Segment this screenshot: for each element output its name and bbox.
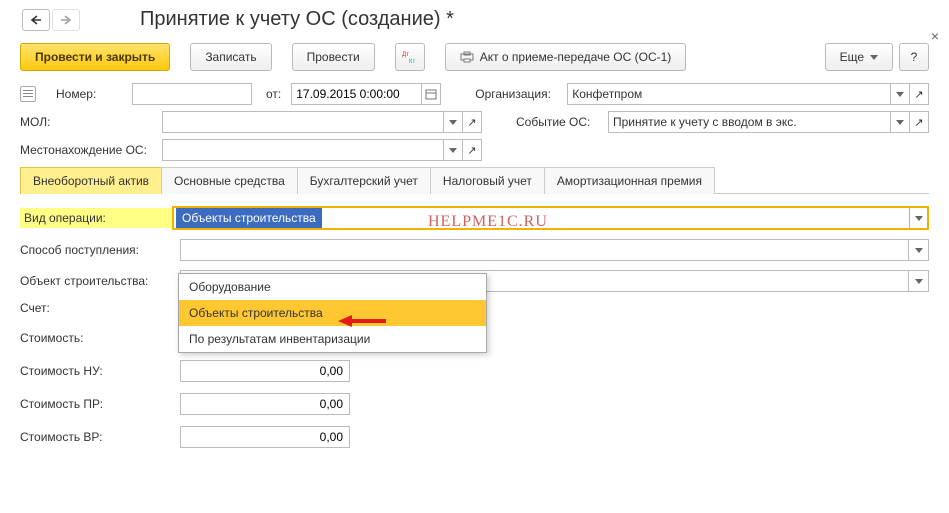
mol-field[interactable]: ↗ [162, 111, 482, 133]
construction-object-dropdown-button[interactable] [909, 270, 929, 292]
document-icon [20, 86, 36, 102]
receipt-method-field[interactable] [180, 239, 929, 261]
org-dropdown-button[interactable] [890, 83, 910, 105]
number-label: Номер: [56, 87, 128, 101]
chevron-down-icon [915, 279, 923, 284]
org-open-button[interactable]: ↗ [909, 83, 929, 105]
receipt-method-label: Способ поступления: [20, 243, 180, 257]
op-type-field[interactable]: Объекты строительства HELPME1C.RU [172, 206, 929, 230]
cost-pr-label: Стоимость ПР: [20, 397, 180, 411]
tab-tax-accounting[interactable]: Налоговый учет [430, 167, 545, 194]
chevron-down-icon [449, 120, 457, 125]
page-title: Принятие к учету ОС (создание) * [140, 8, 454, 31]
date-picker-button[interactable] [421, 83, 441, 105]
op-type-dropdown-button[interactable] [909, 208, 927, 228]
arrow-right-icon [60, 15, 72, 25]
watermark-text: HELPME1C.RU [428, 213, 548, 231]
svg-text:Кт: Кт [409, 59, 415, 64]
more-button[interactable]: Еще [825, 43, 893, 71]
debit-credit-button[interactable]: ДтКт [395, 43, 425, 71]
chevron-down-icon [896, 92, 904, 97]
from-label: от: [266, 87, 281, 101]
cost-pr-input[interactable] [180, 393, 350, 415]
op-type-dropdown-list: Оборудование Объекты строительства По ре… [178, 273, 487, 353]
location-field[interactable]: ↗ [162, 139, 482, 161]
cost-vr-input[interactable] [180, 426, 350, 448]
write-button[interactable]: Записать [190, 43, 271, 71]
mol-input[interactable] [162, 111, 443, 133]
location-input[interactable] [162, 139, 443, 161]
chevron-down-icon [870, 55, 878, 60]
op-type-label: Вид операции: [20, 208, 172, 228]
chevron-down-icon [915, 216, 923, 221]
dropdown-item-inventory-results[interactable]: По результатам инвентаризации [179, 326, 486, 352]
org-field[interactable]: Конфетпром ↗ [567, 83, 929, 105]
act-report-label: Акт о приеме-передаче ОС (ОС-1) [480, 50, 672, 64]
cost-nu-label: Стоимость НУ: [20, 364, 180, 378]
tab-depreciation-bonus[interactable]: Амортизационная премия [544, 167, 715, 194]
receipt-method-dropdown-button[interactable] [909, 239, 929, 261]
org-label: Организация: [475, 87, 563, 101]
tab-noncurrent-asset[interactable]: Внеоборотный актив [20, 167, 162, 194]
chevron-down-icon [896, 120, 904, 125]
cost-nu-input[interactable] [180, 360, 350, 382]
tab-fixed-assets[interactable]: Основные средства [161, 167, 298, 194]
event-dropdown-button[interactable] [890, 111, 910, 133]
chevron-down-icon [449, 148, 457, 153]
cost-label: Стоимость: [20, 331, 180, 345]
help-button[interactable]: ? [899, 43, 929, 71]
tab-accounting[interactable]: Бухгалтерский учет [297, 167, 431, 194]
dropdown-item-construction-objects[interactable]: Объекты строительства [179, 300, 486, 326]
act-report-button[interactable]: Акт о приеме-передаче ОС (ОС-1) [445, 43, 687, 71]
chevron-down-icon [915, 248, 923, 253]
location-label: Местонахождение ОС: [20, 143, 154, 157]
cost-vr-label: Стоимость ВР: [20, 430, 180, 444]
dt-kt-icon: ДтКт [402, 50, 418, 64]
location-open-button[interactable]: ↗ [462, 139, 482, 161]
nav-back-button[interactable] [22, 9, 50, 31]
account-label: Счет: [20, 301, 180, 315]
calendar-icon [425, 88, 437, 100]
nav-forward-button[interactable] [52, 9, 80, 31]
arrow-left-icon [30, 15, 42, 25]
construction-object-label: Объект строительства: [20, 274, 180, 288]
event-open-button[interactable]: ↗ [909, 111, 929, 133]
receipt-method-input[interactable] [180, 239, 909, 261]
event-value[interactable]: Принятие к учету с вводом в экс. [608, 111, 890, 133]
mol-open-button[interactable]: ↗ [462, 111, 482, 133]
number-input[interactable] [132, 83, 252, 105]
op-type-value: Объекты строительства [176, 208, 322, 228]
dropdown-item-equipment[interactable]: Оборудование [179, 274, 486, 300]
event-label: Событие ОС: [516, 115, 604, 129]
org-value[interactable]: Конфетпром [567, 83, 890, 105]
printer-icon [460, 51, 474, 63]
more-label: Еще [840, 50, 864, 64]
svg-text:Дт: Дт [402, 52, 409, 58]
date-input[interactable] [291, 83, 421, 105]
mol-dropdown-button[interactable] [443, 111, 463, 133]
close-button[interactable]: × [931, 28, 939, 44]
post-and-close-button[interactable]: Провести и закрыть [20, 43, 170, 71]
post-button[interactable]: Провести [292, 43, 375, 71]
event-field[interactable]: Принятие к учету с вводом в экс. ↗ [608, 111, 929, 133]
mol-label: МОЛ: [20, 115, 116, 129]
location-dropdown-button[interactable] [443, 139, 463, 161]
date-field[interactable] [291, 83, 441, 105]
